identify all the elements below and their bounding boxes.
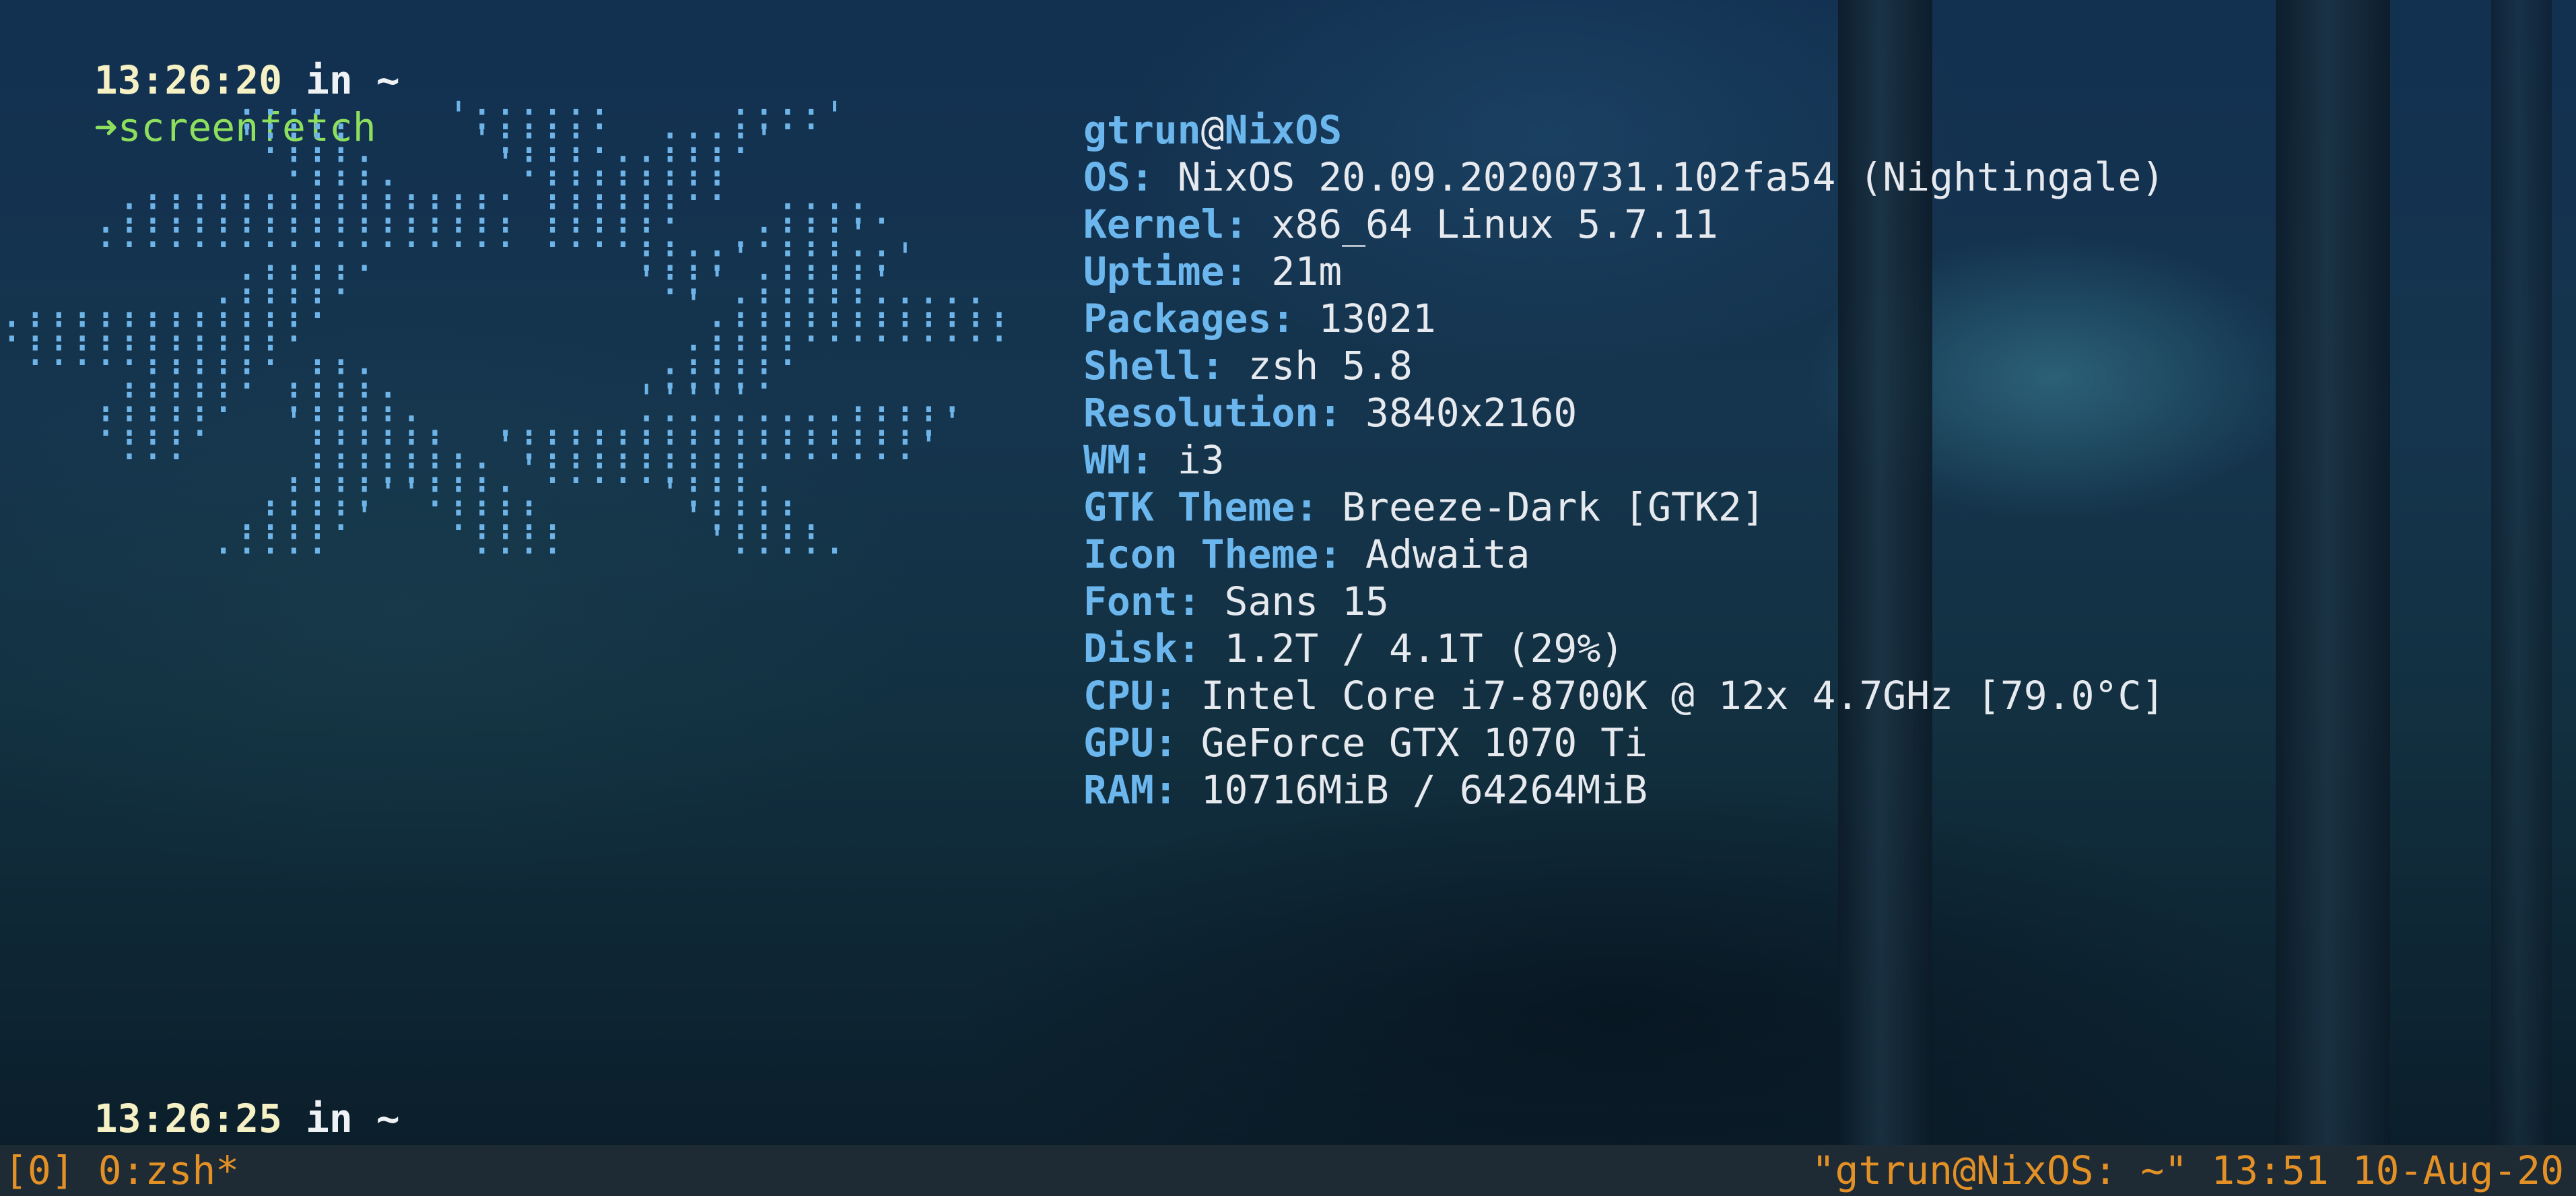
terminal-window[interactable]: 13:26:20 in ~ ➜screenfetch ::::. '::::::… bbox=[0, 0, 2576, 1189]
info-row: Icon Theme: Adwaita bbox=[1083, 531, 2165, 578]
tmux-date: 10-Aug-20 bbox=[2352, 1148, 2564, 1193]
prompt-line: 13:26:20 in ~ bbox=[0, 9, 400, 103]
info-row: Packages: 13021 bbox=[1083, 295, 2165, 342]
info-key: Packages: bbox=[1083, 296, 1295, 341]
info-value: Sans 15 bbox=[1224, 578, 1389, 624]
info-key: Disk: bbox=[1083, 626, 1201, 671]
info-value: Intel Core i7-8700K @ 12x 4.7GHz [79.0°C… bbox=[1200, 673, 2165, 719]
info-rows: OS: NixOS 20.09.20200731.102fa54 (Nighti… bbox=[1083, 154, 2165, 813]
hostname: NixOS bbox=[1224, 107, 1343, 153]
tmux-clock: 13:51 bbox=[2211, 1148, 2329, 1193]
info-value: 3840x2160 bbox=[1365, 390, 1578, 436]
info-row: WM: i3 bbox=[1083, 436, 2165, 484]
prompt-in-word: in bbox=[305, 1096, 353, 1141]
username: gtrun bbox=[1083, 107, 1201, 153]
status-right: "gtrun@NixOS: ~" 13:51 10-Aug-20 bbox=[1812, 1145, 2564, 1196]
info-row: Kernel: x86_64 Linux 5.7.11 bbox=[1083, 201, 2165, 248]
info-value: 10716MiB / 64264MiB bbox=[1200, 767, 1648, 813]
info-row: Shell: zsh 5.8 bbox=[1083, 342, 2165, 389]
info-row: RAM: 10716MiB / 64264MiB bbox=[1083, 766, 2165, 813]
info-key: Kernel: bbox=[1083, 201, 1248, 247]
status-left: [0] 0:zsh* bbox=[4, 1145, 239, 1196]
tmux-session[interactable]: [0] bbox=[4, 1148, 75, 1193]
info-row: Resolution: 3840x2160 bbox=[1083, 389, 2165, 436]
info-value: 1.2T / 4.1T (29%) bbox=[1224, 626, 1625, 671]
info-value: i3 bbox=[1177, 437, 1225, 483]
info-key: WM: bbox=[1083, 437, 1154, 483]
info-key: RAM: bbox=[1083, 767, 1178, 813]
info-row: Disk: 1.2T / 4.1T (29%) bbox=[1083, 625, 2165, 672]
info-value: Adwaita bbox=[1365, 531, 1530, 577]
info-value: Breeze-Dark [GTK2] bbox=[1342, 484, 1765, 530]
info-value: GeForce GTX 1070 Ti bbox=[1200, 720, 1648, 766]
info-key: Resolution: bbox=[1083, 390, 1343, 436]
info-row: Font: Sans 15 bbox=[1083, 578, 2165, 625]
info-value: 21m bbox=[1271, 248, 1343, 294]
tmux-pane-title: "gtrun@NixOS: ~" bbox=[1811, 1148, 2188, 1193]
info-key: CPU: bbox=[1083, 673, 1178, 719]
info-value: NixOS 20.09.20200731.102fa54 (Nightingal… bbox=[1177, 154, 2165, 200]
at-sign: @ bbox=[1200, 107, 1225, 153]
system-info-panel: gtrun@NixOS OS: NixOS 20.09.20200731.102… bbox=[1083, 106, 2165, 813]
info-value: zsh 5.8 bbox=[1248, 343, 1413, 389]
info-row: GTK Theme: Breeze-Dark [GTK2] bbox=[1083, 484, 2165, 531]
info-value: 13021 bbox=[1318, 296, 1436, 341]
info-key: Font: bbox=[1083, 578, 1201, 624]
info-key: OS: bbox=[1083, 154, 1154, 200]
info-key: Uptime: bbox=[1083, 248, 1248, 294]
prompt-directory: ~ bbox=[376, 1096, 400, 1141]
info-row: OS: NixOS 20.09.20200731.102fa54 (Nighti… bbox=[1083, 154, 2165, 201]
info-row: Uptime: 21m bbox=[1083, 248, 2165, 295]
info-key: Icon Theme: bbox=[1083, 531, 1343, 577]
info-key: GPU: bbox=[1083, 720, 1178, 766]
info-key: Shell: bbox=[1083, 343, 1225, 389]
info-row: CPU: Intel Core i7-8700K @ 12x 4.7GHz [7… bbox=[1083, 672, 2165, 719]
tmux-status-bar: [0] 0:zsh* "gtrun@NixOS: ~" 13:51 10-Aug… bbox=[0, 1145, 2576, 1196]
info-row: GPU: GeForce GTX 1070 Ti bbox=[1083, 719, 2165, 766]
tmux-window-tab[interactable]: 0:zsh* bbox=[98, 1148, 240, 1193]
info-value: x86_64 Linux 5.7.11 bbox=[1271, 201, 1718, 247]
nixos-ascii-logo: ::::. ':::::: ::::' ':::: '::::. ::::' :… bbox=[0, 93, 1011, 563]
input-line[interactable]: ➜ bbox=[0, 1095, 125, 1189]
prompt-line: 13:26:25 in ~ bbox=[0, 1048, 400, 1141]
user-host-line: gtrun@NixOS bbox=[1083, 106, 2165, 154]
info-key: GTK Theme: bbox=[1083, 484, 1319, 530]
